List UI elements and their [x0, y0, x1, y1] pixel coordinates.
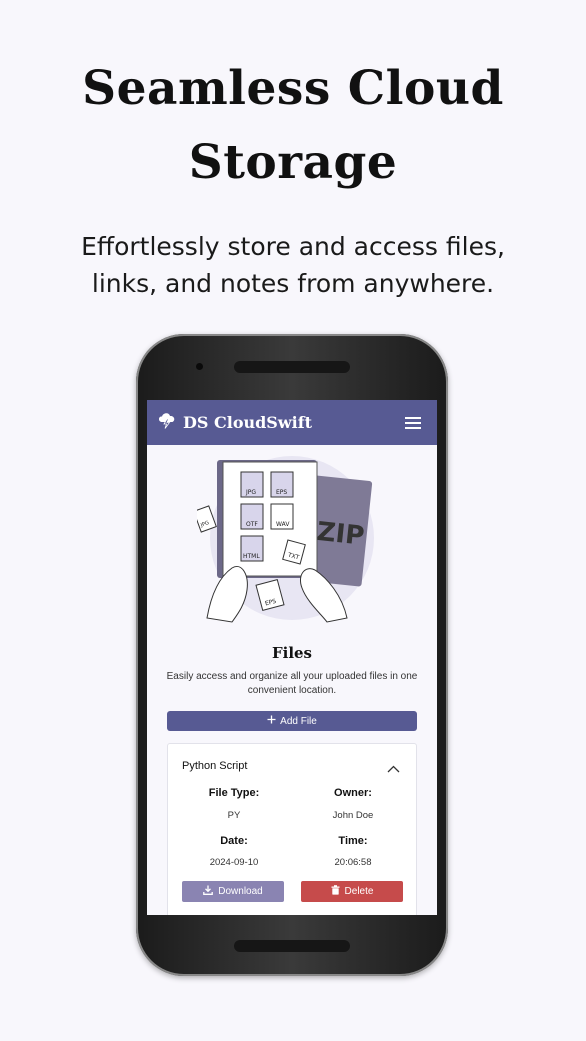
chevron-up-icon[interactable] — [387, 760, 400, 778]
date-value: 2024-09-10 — [209, 857, 259, 868]
files-illustration: ZIP JPG EPS OTF WAV HTML TXT EPS JPG — [197, 456, 374, 623]
file-type-value: PY — [227, 810, 241, 821]
file-name: Python Script — [182, 760, 248, 772]
hero-subtitle-line-1: Effortlessly store and access files, — [81, 232, 505, 261]
hamburger-menu-icon[interactable] — [405, 416, 421, 429]
file-type-label: File Type: — [208, 787, 260, 799]
add-file-button[interactable]: Add File — [167, 711, 417, 731]
front-camera — [196, 363, 203, 370]
download-label: Download — [218, 886, 263, 897]
hero-title-line-2: Storage — [188, 135, 398, 190]
zip-label: ZIP — [315, 517, 365, 552]
plus-icon — [267, 715, 276, 727]
trash-icon — [331, 885, 340, 898]
download-button[interactable]: Download — [182, 881, 284, 902]
time-label: Time: — [338, 835, 368, 847]
bottom-speaker — [234, 940, 350, 952]
phone-mockup: DS CloudSwift ZIP JPG EPS OTF WAV HTML T… — [136, 334, 448, 976]
files-title: Files — [271, 644, 313, 662]
eps-label: EPS — [276, 489, 287, 496]
html-label: HTML — [243, 553, 260, 560]
delete-button[interactable]: Delete — [301, 881, 403, 902]
wav-label: WAV — [276, 521, 290, 528]
app-bar: DS CloudSwift — [147, 400, 437, 445]
jpg-label: JPG — [245, 489, 256, 496]
hero-subtitle: Effortlessly store and access files, lin… — [0, 228, 586, 302]
phone-screen: DS CloudSwift ZIP JPG EPS OTF WAV HTML T… — [147, 400, 437, 915]
add-file-label: Add File — [280, 715, 317, 727]
owner-value: John Doe — [332, 810, 374, 821]
cloud-bolt-icon — [157, 411, 177, 434]
hero-subtitle-line-2: links, and notes from anywhere. — [91, 269, 495, 298]
earpiece-speaker — [234, 361, 350, 373]
owner-label: Owner: — [334, 787, 372, 799]
file-card: Python Script File Type: PY Owner: John … — [167, 743, 417, 915]
otf-label: OTF — [246, 521, 258, 528]
delete-label: Delete — [344, 886, 374, 897]
date-label: Date: — [220, 835, 248, 847]
hero-title: Seamless Cloud Storage — [0, 52, 586, 200]
hero-title-line-1: Seamless Cloud — [82, 61, 504, 116]
files-description: Easily access and organize all your uplo… — [166, 671, 418, 696]
download-icon — [203, 885, 214, 898]
time-value: 20:06:58 — [334, 857, 372, 868]
app-title: DS CloudSwift — [183, 413, 312, 432]
